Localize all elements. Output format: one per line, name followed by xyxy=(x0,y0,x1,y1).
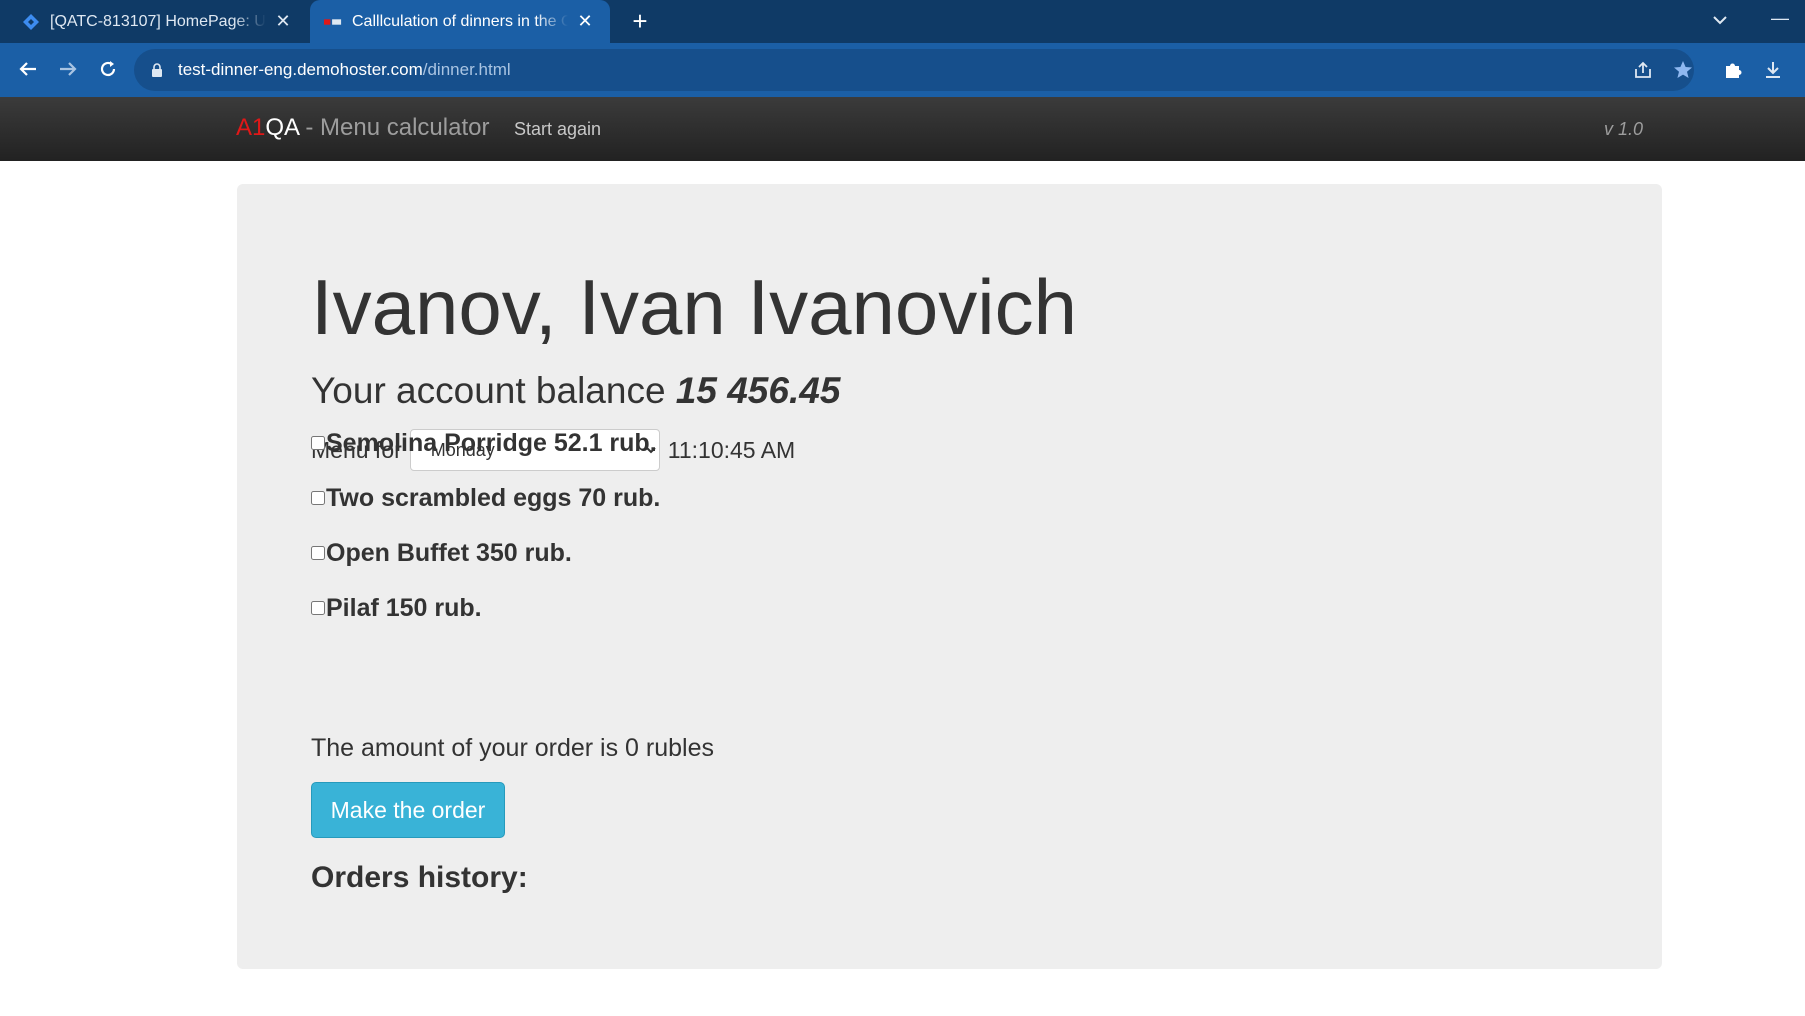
dish-item: Semolina Porridge 52.1 rub. xyxy=(311,426,657,460)
main-panel: Ivanov, Ivan Ivanovich Your account bala… xyxy=(237,184,1662,969)
lock-icon xyxy=(150,62,164,78)
new-tab-plus-icon[interactable]: + xyxy=(624,5,656,37)
brand-title: - Menu calculator xyxy=(298,114,490,141)
account-balance: Your account balance 15 456.45 xyxy=(311,370,840,412)
user-name-heading: Ivanov, Ivan Ivanovich xyxy=(311,263,1077,351)
tab-title: Calllculation of dinners in the Online xyxy=(352,12,568,30)
close-tab-icon[interactable]: ✕ xyxy=(272,11,294,32)
address-bar[interactable]: test-dinner-eng.demohoster.com/dinner.ht… xyxy=(134,49,1694,91)
brand-a1: A1 xyxy=(236,114,266,141)
balance-label: Your account balance xyxy=(311,370,676,411)
app-version: v 1.0 xyxy=(1604,119,1644,139)
order-total: The amount of your order is 0 rubles xyxy=(311,734,714,762)
tab-search-chevron-icon[interactable] xyxy=(1708,6,1732,34)
make-order-button[interactable]: Make the order xyxy=(311,782,505,838)
dish-checkbox[interactable] xyxy=(311,436,325,450)
tab-title: [QATC-813107] HomePage: Users xyxy=(50,12,266,30)
extensions-puzzle-icon[interactable] xyxy=(1720,57,1746,83)
orders-history-heading: Orders history: xyxy=(311,861,528,894)
dish-item: Pilaf 150 rub. xyxy=(311,591,482,625)
close-tab-icon[interactable]: ✕ xyxy=(574,11,596,32)
window-minimize-icon[interactable]: — xyxy=(1768,6,1792,34)
browser-tabstrip: [QATC-813107] HomePage: Users ✕ Calllcul… xyxy=(0,0,1805,43)
url-host: test-dinner-eng.demohoster.com xyxy=(178,60,423,79)
start-again-link[interactable]: Start again xyxy=(514,119,601,140)
reload-icon[interactable] xyxy=(92,53,124,85)
dish-checkbox[interactable] xyxy=(311,491,325,505)
dish-label[interactable]: Two scrambled eggs 70 rub. xyxy=(326,484,660,513)
back-arrow-icon[interactable] xyxy=(12,53,44,85)
balance-value: 15 456.45 xyxy=(675,370,841,411)
download-icon[interactable] xyxy=(1760,57,1786,83)
browser-tab-jira[interactable]: [QATC-813107] HomePage: Users ✕ xyxy=(8,0,308,43)
dish-label[interactable]: Pilaf 150 rub. xyxy=(326,594,482,623)
jira-diamond-icon xyxy=(22,13,40,31)
brand-qa: QA xyxy=(265,114,299,141)
forward-arrow-icon[interactable] xyxy=(52,53,84,85)
browser-tab-dinner[interactable]: Calllculation of dinners in the Online ✕ xyxy=(310,0,610,43)
current-time: 11:10:45 AM xyxy=(667,436,796,463)
dish-label[interactable]: Open Buffet 350 rub. xyxy=(326,539,572,568)
url-text: test-dinner-eng.demohoster.com/dinner.ht… xyxy=(178,60,511,80)
dish-label[interactable]: Semolina Porridge 52.1 rub. xyxy=(326,429,657,458)
dish-item: Open Buffet 350 rub. xyxy=(311,536,572,570)
a1qa-favicon xyxy=(324,13,342,31)
bookmark-star-icon[interactable] xyxy=(1670,57,1696,83)
dish-item: Two scrambled eggs 70 rub. xyxy=(311,481,660,515)
dish-checkbox[interactable] xyxy=(311,601,325,615)
url-path: /dinner.html xyxy=(422,60,511,79)
dish-checkbox[interactable] xyxy=(311,546,325,560)
app-navbar: A1QA - Menu calculator Start again v 1.0 xyxy=(0,97,1805,161)
share-icon[interactable] xyxy=(1630,57,1656,83)
app-brand[interactable]: A1QA - Menu calculator xyxy=(236,114,489,142)
browser-toolbar: test-dinner-eng.demohoster.com/dinner.ht… xyxy=(0,43,1805,97)
